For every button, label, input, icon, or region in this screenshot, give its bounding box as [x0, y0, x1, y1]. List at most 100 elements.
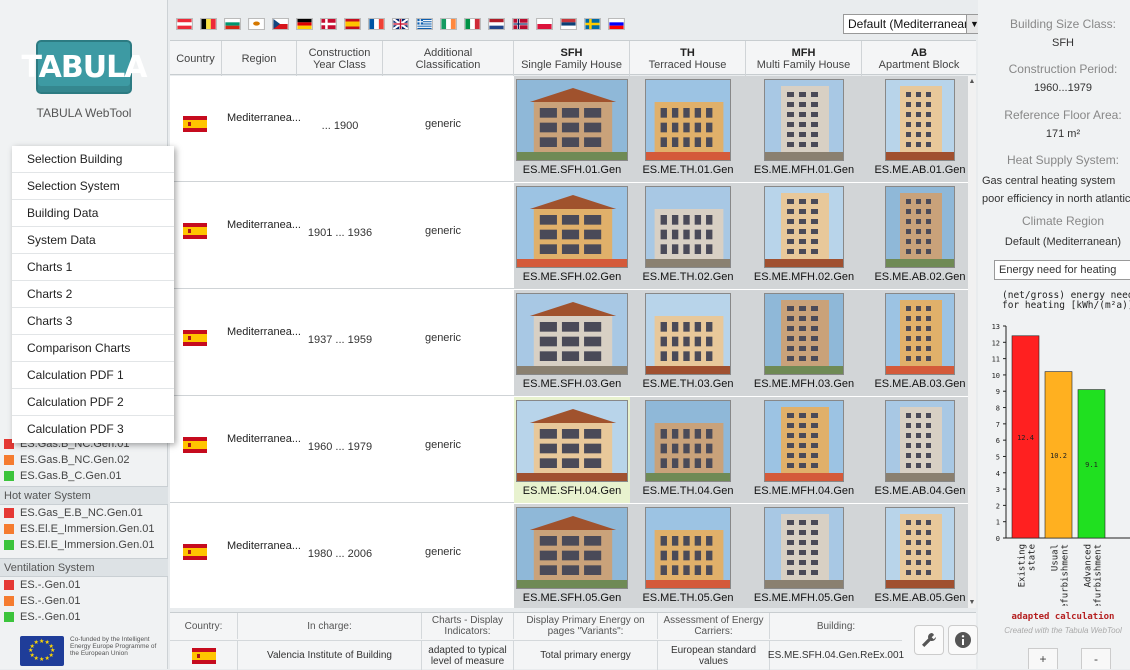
- footer-primary-energy-value[interactable]: Total primary energy: [514, 640, 658, 670]
- menu-item-calculation-pdf-3[interactable]: Calculation PDF 3: [12, 416, 174, 443]
- table-row[interactable]: Mediterranea... (Clima Medite... 1980 ...…: [170, 504, 968, 608]
- climate-region-select[interactable]: Default (Mediterranean) ▼: [843, 14, 983, 34]
- building-photo[interactable]: [516, 186, 628, 268]
- flag-fr-icon[interactable]: [368, 18, 385, 30]
- system-item[interactable]: ES.-.Gen.01: [0, 593, 168, 609]
- system-item[interactable]: ES.Gas.B_NC.Gen.02: [0, 452, 168, 468]
- building-type-cell[interactable]: ES.ME.MFH.05.Gen: [746, 504, 862, 608]
- flag-bg-icon[interactable]: [224, 18, 241, 30]
- footer-indicators-value[interactable]: adapted to typical level of measure: [422, 640, 514, 670]
- building-type-cell[interactable]: ES.ME.AB.02.Gen: [862, 183, 968, 289]
- menu-item-calculation-pdf-1[interactable]: Calculation PDF 1: [12, 362, 174, 389]
- table-row[interactable]: Mediterranea... (Clima Medite... 1960 ...…: [170, 397, 968, 503]
- zoom-out-button[interactable]: -: [1081, 648, 1111, 669]
- zoom-in-button[interactable]: +: [1028, 648, 1058, 669]
- building-type-cell[interactable]: ES.ME.TH.05.Gen: [630, 504, 746, 608]
- system-item-label: ES.-.Gen.01: [20, 579, 81, 591]
- building-photo[interactable]: [885, 400, 955, 482]
- building-type-cell[interactable]: ES.ME.SFH.01.Gen: [514, 76, 630, 182]
- building-type-cell[interactable]: ES.ME.TH.04.Gen: [630, 397, 746, 503]
- flag-se-icon[interactable]: [584, 18, 601, 30]
- table-row[interactable]: Mediterranea... (Clima Medite... 1937 ...…: [170, 290, 968, 396]
- building-photo[interactable]: [764, 507, 844, 589]
- building-type-cell[interactable]: ES.ME.MFH.02.Gen: [746, 183, 862, 289]
- building-photo[interactable]: [645, 293, 731, 375]
- flag-no-icon[interactable]: [512, 18, 529, 30]
- info-icon[interactable]: [948, 625, 978, 655]
- building-photo[interactable]: [516, 293, 628, 375]
- flag-ie-icon[interactable]: [440, 18, 457, 30]
- system-item[interactable]: ES.-.Gen.01: [0, 577, 168, 593]
- building-photo[interactable]: [764, 186, 844, 268]
- building-type-cell[interactable]: ES.ME.SFH.04.Gen: [514, 397, 630, 503]
- footer-building-value: ES.ME.SFH.04.Gen.ReEx.001: [768, 640, 904, 670]
- flag-pl-icon[interactable]: [536, 18, 553, 30]
- building-type-cell[interactable]: ES.ME.SFH.05.Gen: [514, 504, 630, 608]
- flag-gb-icon[interactable]: [392, 18, 409, 30]
- flag-dk-icon[interactable]: [320, 18, 337, 30]
- building-type-cell[interactable]: ES.ME.TH.01.Gen: [630, 76, 746, 182]
- building-type-cell[interactable]: ES.ME.AB.03.Gen: [862, 290, 968, 396]
- menu-item-charts-2[interactable]: Charts 2: [12, 281, 174, 308]
- system-item[interactable]: ES.Gas.B_C.Gen.01: [0, 468, 168, 484]
- building-photo[interactable]: [516, 400, 628, 482]
- flag-be-icon[interactable]: [200, 18, 217, 30]
- building-type-cell[interactable]: ES.ME.MFH.03.Gen: [746, 290, 862, 396]
- menu-item-selection-building[interactable]: Selection Building: [12, 146, 174, 173]
- building-photo[interactable]: [645, 507, 731, 589]
- menu-item-selection-system[interactable]: Selection System: [12, 173, 174, 200]
- building-photo[interactable]: [764, 293, 844, 375]
- system-item[interactable]: ES.El.E_Immersion.Gen.01: [0, 521, 168, 537]
- flag-nl-icon[interactable]: [488, 18, 505, 30]
- building-photo[interactable]: [885, 79, 955, 161]
- flag-gr-icon[interactable]: [416, 18, 433, 30]
- building-photo[interactable]: [645, 79, 731, 161]
- building-photo[interactable]: [645, 186, 731, 268]
- scroll-down-icon[interactable]: ▼: [968, 599, 976, 606]
- building-type-cell[interactable]: ES.ME.SFH.03.Gen: [514, 290, 630, 396]
- menu-item-building-data[interactable]: Building Data: [12, 200, 174, 227]
- building-type-cell[interactable]: ES.ME.AB.05.Gen: [862, 504, 968, 608]
- menu-item-comparison-charts[interactable]: Comparison Charts: [12, 335, 174, 362]
- flag-rs-icon[interactable]: [560, 18, 577, 30]
- building-type-cell[interactable]: ES.ME.MFH.04.Gen: [746, 397, 862, 503]
- building-type-cell[interactable]: ES.ME.TH.03.Gen: [630, 290, 746, 396]
- menu-item-system-data[interactable]: System Data: [12, 227, 174, 254]
- scroll-up-icon[interactable]: ▲: [968, 78, 976, 85]
- flag-es-icon[interactable]: [344, 18, 361, 30]
- flag-cz-icon[interactable]: [272, 18, 289, 30]
- system-item[interactable]: ES.Gas_E.B_NC.Gen.01: [0, 505, 168, 521]
- building-photo[interactable]: [885, 507, 955, 589]
- building-type-cell[interactable]: ES.ME.TH.02.Gen: [630, 183, 746, 289]
- building-type-cell[interactable]: ES.ME.AB.04.Gen: [862, 397, 968, 503]
- building-type-cell[interactable]: ES.ME.AB.01.Gen: [862, 76, 968, 182]
- footer-carriers-value[interactable]: European standard values: [658, 640, 770, 670]
- building-photo[interactable]: [885, 186, 955, 268]
- building-type-cell[interactable]: ES.ME.MFH.01.Gen: [746, 76, 862, 182]
- menu-item-calculation-pdf-2[interactable]: Calculation PDF 2: [12, 389, 174, 416]
- building-photo[interactable]: [885, 293, 955, 375]
- year-class-cell: 1960 ... 1979: [307, 441, 373, 453]
- table-row[interactable]: Mediterranea... (Clima Medite... ... 1900…: [170, 76, 968, 182]
- menu-item-charts-3[interactable]: Charts 3: [12, 308, 174, 335]
- building-photo[interactable]: [764, 79, 844, 161]
- building-type-cell[interactable]: ES.ME.SFH.02.Gen: [514, 183, 630, 289]
- system-item[interactable]: ES.-.Gen.01: [0, 609, 168, 625]
- menu-item-charts-1[interactable]: Charts 1: [12, 254, 174, 281]
- building-photo[interactable]: [516, 507, 628, 589]
- building-photo[interactable]: [645, 400, 731, 482]
- table-scrollbar[interactable]: ▲ ▼: [968, 76, 976, 608]
- table-row[interactable]: Mediterranea... (Clima Medite... 1901 ...…: [170, 183, 968, 289]
- flag-de-icon[interactable]: [296, 18, 313, 30]
- y-tick-label: 0: [996, 535, 1000, 543]
- flag-it-icon[interactable]: [464, 18, 481, 30]
- indicator-select[interactable]: Energy need for heating˅: [994, 260, 1130, 280]
- building-photo[interactable]: [516, 79, 628, 161]
- wrench-icon[interactable]: [914, 625, 944, 655]
- system-item[interactable]: ES.El.E_Immersion.Gen.01: [0, 537, 168, 553]
- flag-at-icon[interactable]: [176, 18, 193, 30]
- building-photo[interactable]: [764, 400, 844, 482]
- flag-si-icon[interactable]: [608, 18, 625, 30]
- tabula-logo[interactable]: TABULA: [22, 40, 147, 94]
- flag-cy-icon[interactable]: [248, 18, 265, 30]
